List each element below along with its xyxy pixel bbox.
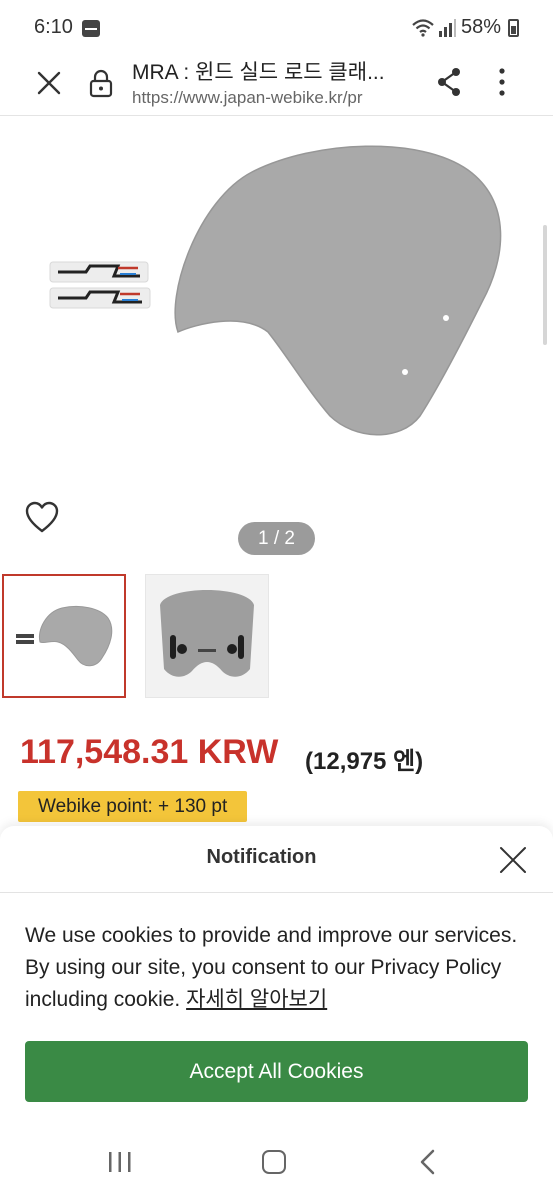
- thumbnail-windshield-image: [16, 605, 113, 667]
- accept-all-cookies-button[interactable]: Accept All Cookies: [25, 1041, 528, 1102]
- cookie-notification-sheet: Notification We use cookies to provide a…: [0, 826, 553, 1200]
- learn-more-link[interactable]: 자세히 알아보기: [186, 988, 327, 1011]
- product-price-yen: (12,975 엔): [305, 748, 424, 775]
- gallery-counter: 1 / 2: [238, 522, 315, 555]
- back-icon[interactable]: [418, 1148, 438, 1176]
- sticker-decals: [49, 261, 151, 309]
- notification-icon: [82, 20, 100, 37]
- signal-icon: [439, 19, 456, 37]
- lock-icon[interactable]: [88, 68, 114, 98]
- divider: [0, 892, 553, 893]
- close-icon[interactable]: [497, 844, 529, 876]
- more-vert-icon[interactable]: [492, 66, 512, 98]
- recent-apps-icon[interactable]: [107, 1150, 133, 1174]
- heart-icon[interactable]: [24, 500, 60, 536]
- battery-percent: 58%: [461, 16, 502, 38]
- product-price: 117,548.31 KRW: [20, 733, 279, 771]
- webike-points-badge: Webike point: + 130 pt: [18, 791, 248, 822]
- thumbnail-2[interactable]: [145, 574, 269, 698]
- thumbnail-1[interactable]: [2, 574, 126, 698]
- wifi-icon: [412, 19, 434, 37]
- status-bar: 6:10 58%: [0, 0, 553, 56]
- page-url[interactable]: https://www.japan-webike.kr/pr: [132, 88, 412, 108]
- product-main-image[interactable]: [0, 120, 553, 500]
- scrollbar[interactable]: [543, 225, 547, 345]
- browser-toolbar: MRA : 윈드 실드 로드 클래... https://www.japan-w…: [0, 56, 553, 116]
- windshield-shape: [174, 145, 502, 436]
- sheet-title: Notification: [206, 846, 317, 868]
- home-icon[interactable]: [262, 1150, 286, 1174]
- thumbnail-front-view-image: [146, 575, 268, 697]
- share-icon[interactable]: [435, 66, 463, 98]
- page-title[interactable]: MRA : 윈드 실드 로드 클래...: [132, 56, 417, 86]
- cookie-message: We use cookies to provide and improve ou…: [25, 920, 535, 1016]
- battery-icon: [508, 19, 519, 37]
- status-time: 6:10: [34, 16, 73, 38]
- close-icon[interactable]: [34, 68, 64, 98]
